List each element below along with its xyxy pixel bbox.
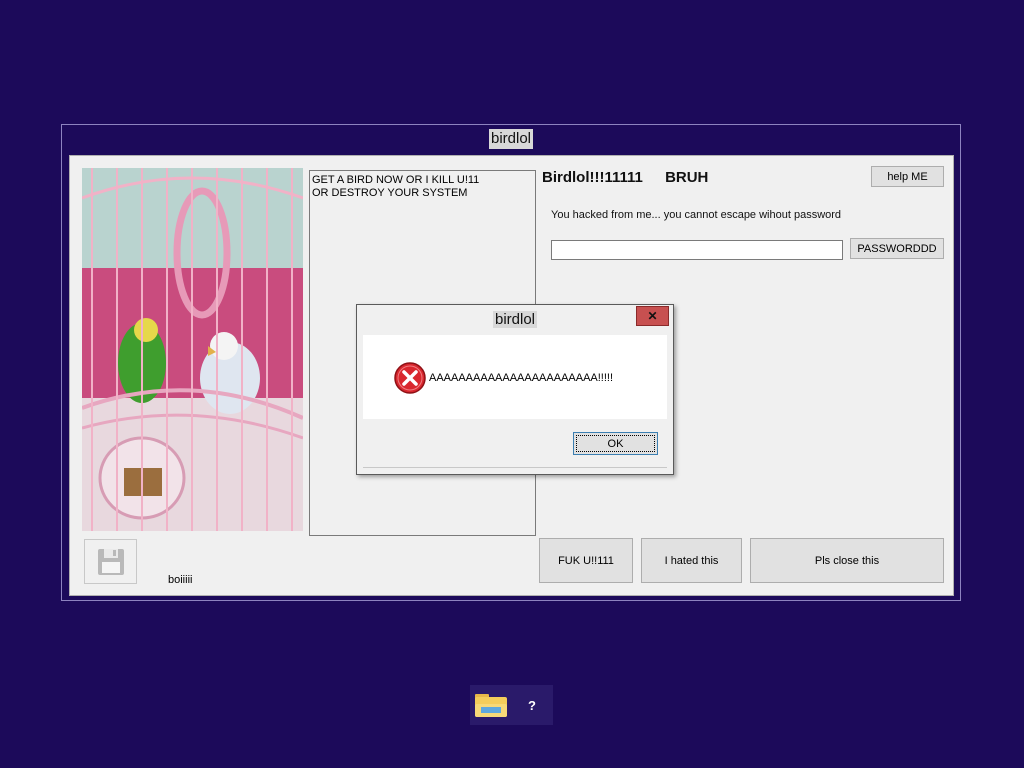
error-icon (394, 362, 426, 394)
error-dialog: birdlol ✕ AAAAAAAAAAAAAAAAAAAAAAA!!!!! O… (356, 304, 674, 475)
fuk-button[interactable]: FUK U!!111 (539, 538, 633, 583)
taskbar: ? (470, 685, 553, 725)
heading: Birdlol!!!11111 BRUH (542, 169, 726, 186)
password-prompt: You hacked from me... you cannot escape … (551, 209, 842, 221)
save-button[interactable] (84, 539, 137, 584)
heading-title: Birdlol!!!11111 (542, 169, 643, 186)
dialog-title: birdlol (357, 311, 673, 328)
unknown-app-icon: ? (528, 697, 536, 713)
help-button[interactable]: help ME (871, 166, 944, 187)
dialog-divider (363, 467, 667, 468)
dialog-body: AAAAAAAAAAAAAAAAAAAAAAA!!!!! (363, 335, 667, 419)
dialog-close-button[interactable]: ✕ (636, 306, 669, 326)
bird-photo (82, 168, 303, 531)
taskbar-item-file-explorer[interactable] (473, 690, 509, 720)
password-submit-button[interactable]: PASSWORDDD (850, 238, 944, 259)
textbox-line: GET A BIRD NOW OR I KILL U!11 (312, 174, 480, 186)
close-button[interactable]: Pls close this (750, 538, 944, 583)
taskbar-item-unknown[interactable]: ? (514, 689, 550, 721)
hated-button[interactable]: I hated this (641, 538, 742, 583)
textbox-line: OR DESTROY YOUR SYSTEM (312, 187, 468, 199)
file-explorer-icon (475, 694, 507, 717)
save-label: boiiiii (168, 574, 193, 586)
dialog-title-text: birdlol (492, 311, 538, 328)
ok-button[interactable]: OK (573, 432, 658, 455)
window-title: birdlol (489, 129, 534, 149)
dialog-message: AAAAAAAAAAAAAAAAAAAAAAA!!!!! (429, 372, 614, 384)
floppy-disk-icon (97, 548, 124, 575)
password-input[interactable] (551, 240, 843, 260)
heading-subtitle: BRUH (665, 169, 709, 186)
